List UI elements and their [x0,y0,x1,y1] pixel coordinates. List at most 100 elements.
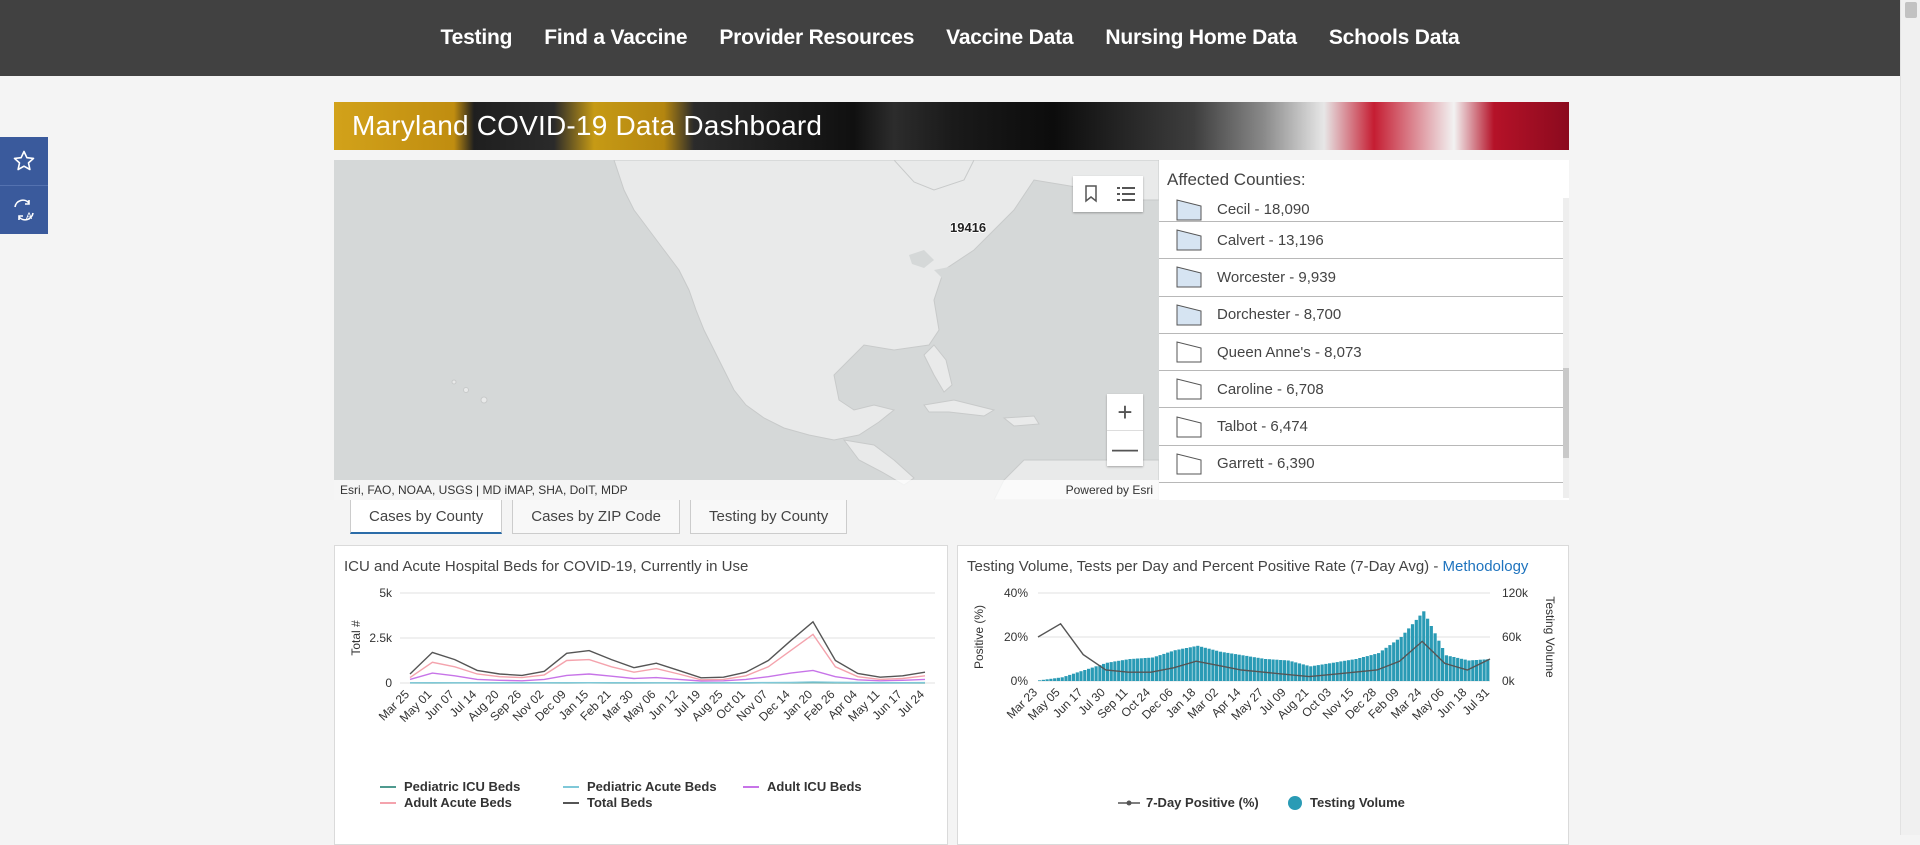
methodology-link[interactable]: Methodology [1443,558,1529,575]
bookmarks-button[interactable] [1073,176,1108,212]
page-scrollbar[interactable] [1900,0,1920,835]
volume-bar [1170,651,1173,681]
volume-bar [1388,645,1391,681]
legend-label: Testing Volume [1310,795,1405,810]
nav-provider-resources[interactable]: Provider Resources [703,26,930,50]
side-toolbar: A [0,137,48,234]
legend-item[interactable]: Adult ICU Beds [743,779,862,794]
y2-tick-label: 60k [1502,630,1522,644]
testing-chart-title-text: Testing Volume, Tests per Day and Percen… [967,558,1438,575]
county-list-scrollbar[interactable] [1563,198,1569,498]
legend-item[interactable]: Testing Volume [1288,795,1405,810]
tab-testing-by-county[interactable]: Testing by County [690,500,847,534]
volume-bar [1358,658,1361,681]
y-tick-label: 20% [1004,630,1028,644]
testing-volume-chart-title: Testing Volume, Tests per Day and Percen… [967,558,1528,575]
volume-bar [1290,661,1293,681]
legend-item[interactable]: Pediatric Acute Beds [563,779,717,794]
volume-bar [1102,664,1105,681]
favorite-button[interactable] [0,137,48,185]
county-item[interactable]: Worcester - 9,939 [1159,259,1563,296]
volume-bar [1460,659,1463,681]
volume-bar [1257,658,1260,681]
volume-bar [1128,659,1131,681]
volume-bar [1302,664,1305,681]
translate-button[interactable]: A [0,185,48,233]
volume-bar [1422,611,1425,681]
volume-bar [1313,666,1316,681]
county-label: Talbot - 6,474 [1217,418,1308,435]
volume-bar [1430,626,1433,681]
legend-button[interactable] [1108,176,1143,212]
volume-bar [1347,660,1350,681]
county-item[interactable]: Caroline - 6,708 [1159,371,1563,408]
y2-axis-label: Testing Volume [1543,596,1557,678]
y-tick-label: 0% [1011,674,1029,688]
svg-text:A: A [26,211,32,221]
zoom-in-button[interactable]: + [1107,394,1143,430]
county-swatch-icon [1175,303,1203,327]
county-swatch-icon [1175,340,1203,364]
volume-bar [1140,658,1143,681]
county-label: Worcester - 9,939 [1217,269,1336,286]
county-item[interactable]: Calvert - 13,196 [1159,222,1563,259]
legend-swatch [380,786,396,788]
legend-item[interactable]: 7-Day Positive (%) [1118,795,1259,810]
volume-bar [1268,659,1271,681]
county-item[interactable]: Cecil - 18,090 [1159,198,1563,222]
legend-label: Adult ICU Beds [767,779,862,794]
volume-bar [1238,655,1241,681]
volume-bar [1385,648,1388,681]
nav-nursing-home-data[interactable]: Nursing Home Data [1089,26,1312,50]
nav-schools-data[interactable]: Schools Data [1313,26,1476,50]
y-axis-label: Positive (%) [972,605,986,669]
hospital-beds-chart-title: ICU and Acute Hospital Beds for COVID-19… [344,558,748,575]
volume-bar [1418,616,1421,681]
zoom-out-button[interactable]: — [1107,430,1143,466]
volume-bar [1317,665,1320,681]
volume-bar [1283,660,1286,681]
legend-label: Adult Acute Beds [404,795,512,810]
volume-bar [1162,654,1165,681]
case-count-marker[interactable]: 19416 [950,220,986,235]
y-tick-label: 0 [385,676,392,690]
county-item[interactable]: Talbot - 6,474 [1159,408,1563,445]
legend-swatch [1288,796,1302,810]
volume-bar [1373,654,1376,681]
volume-bar [1155,656,1158,681]
volume-bar [1121,660,1124,681]
volume-bar [1087,669,1090,681]
county-swatch-icon [1175,452,1203,476]
star-icon [12,149,36,173]
county-swatch-icon [1175,198,1203,222]
volume-bar [1260,658,1263,681]
volume-bar [1321,665,1324,682]
county-item[interactable]: Garrett - 6,390 [1159,446,1563,483]
county-scroll-thumb[interactable] [1563,368,1569,458]
volume-bar [1132,659,1135,681]
county-item[interactable]: Queen Anne's - 8,073 [1159,334,1563,371]
legend-label: Pediatric ICU Beds [404,779,520,794]
legend-item[interactable]: Total Beds [563,795,653,810]
county-item[interactable]: Dorchester - 8,700 [1159,297,1563,334]
volume-bar [1083,670,1086,681]
map-view[interactable]: Esri, FAO, NOAA, USGS | MD iMAP, SHA, Do… [334,160,1159,500]
volume-bar [1049,679,1052,681]
powered-by-esri[interactable]: Powered by Esri [1066,483,1153,497]
volume-bar [1411,624,1414,681]
legend-item[interactable]: Pediatric ICU Beds [380,779,520,794]
basemap [334,160,1159,500]
tab-cases-by-zip-code[interactable]: Cases by ZIP Code [512,500,680,534]
y2-tick-label: 120k [1502,586,1529,600]
attribution-sources: Esri, FAO, NOAA, USGS | MD iMAP, SHA, Do… [340,483,628,497]
nav-vaccine-data[interactable]: Vaccine Data [930,26,1089,50]
scrollbar-thumb[interactable] [1905,2,1917,18]
legend-item[interactable]: Adult Acute Beds [380,795,512,810]
volume-bar [1200,647,1203,681]
tab-cases-by-county[interactable]: Cases by County [350,500,502,534]
county-label: Dorchester - 8,700 [1217,306,1341,323]
nav-find-a-vaccine[interactable]: Find a Vaccine [528,26,703,50]
volume-bar [1475,660,1478,681]
nav-testing[interactable]: Testing [425,26,529,50]
volume-bar [1125,660,1128,681]
